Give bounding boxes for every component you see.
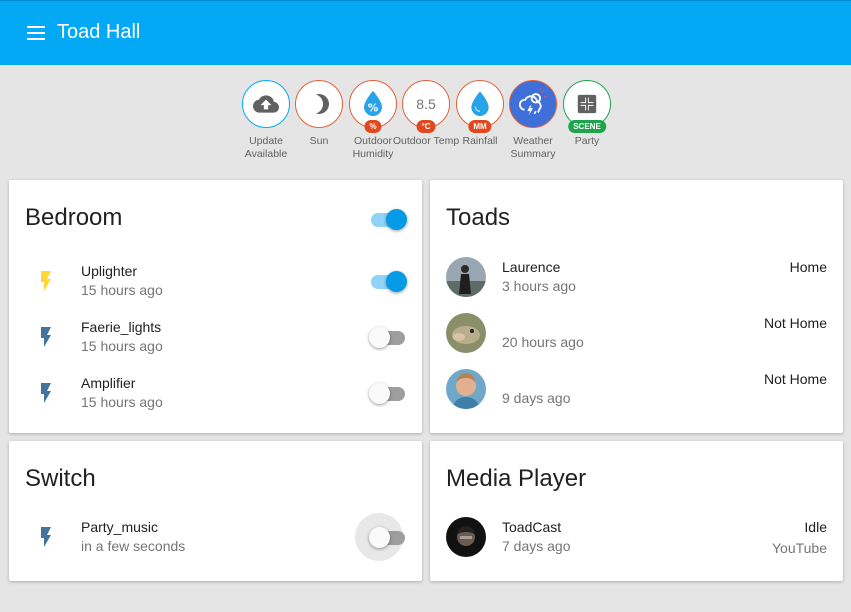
entity-name: Faerie_lights — [81, 319, 162, 335]
person-row-3[interactable]: 9 days ago Not Home — [430, 365, 843, 413]
moon-icon — [316, 93, 329, 114]
badge-weather-summary[interactable]: Weather Summary — [509, 80, 557, 161]
water-percent-icon: % — [364, 90, 382, 116]
entity-last-changed: in a few seconds — [81, 538, 186, 554]
faerie-lights-toggle[interactable] — [369, 326, 407, 348]
avatar — [446, 313, 486, 353]
party-music-toggle[interactable] — [355, 513, 407, 561]
person-last-changed: 3 hours ago — [502, 278, 576, 294]
badge-outdoor-humidity[interactable]: % % Outdoor Humidity — [349, 80, 397, 161]
water-drop-icon — [471, 91, 489, 116]
media-last-changed: 7 days ago — [502, 538, 571, 554]
entity-name: Amplifier — [81, 375, 136, 391]
entity-last-changed: 15 hours ago — [81, 338, 163, 354]
svg-text:%: % — [368, 103, 379, 115]
media-row-toadcast[interactable]: ToadCast 7 days ago Idle YouTube — [430, 513, 843, 561]
page-title: Toad Hall — [57, 21, 141, 43]
card-title: Switch — [25, 465, 96, 492]
media-name: ToadCast — [502, 519, 562, 535]
avatar — [446, 369, 486, 409]
person-last-changed: 9 days ago — [502, 390, 571, 406]
flash-icon — [41, 327, 51, 347]
entity-row-faerie-lights[interactable]: Faerie_lights 15 hours ago — [9, 313, 422, 361]
media-source: YouTube — [771, 540, 827, 556]
uplighter-toggle[interactable] — [369, 270, 407, 292]
person-state: Not Home — [763, 315, 827, 331]
card-bedroom: Bedroom Uplighter 15 hours ago Faerie_li… — [9, 180, 422, 433]
badge-value: 8.5 — [416, 96, 436, 112]
card-title: Bedroom — [25, 204, 123, 231]
entity-name: Uplighter — [81, 263, 138, 279]
card-toads: Toads Laurence 3 hours ago Home 20 hours… — [430, 180, 843, 433]
entity-last-changed: 15 hours ago — [81, 282, 163, 298]
media-state: Idle — [804, 519, 827, 535]
card-title: Toads — [446, 204, 511, 231]
badge-sun[interactable]: Sun — [295, 80, 343, 148]
avatar — [446, 517, 486, 557]
card-media-player: Media Player ToadCast 7 days ago Idle Yo… — [430, 441, 843, 581]
entity-name: Party_music — [81, 519, 159, 535]
badge-unit: SCENE — [568, 120, 606, 133]
entity-row-amplifier[interactable]: Amplifier 15 hours ago — [9, 369, 422, 417]
badge-rainfall[interactable]: MM Rainfall — [456, 80, 504, 148]
badge-unit: % — [364, 120, 382, 133]
weather-lightning-rainy-icon — [518, 88, 547, 116]
badge-unit: °C — [416, 120, 436, 133]
badge-update-available[interactable]: Update Available — [242, 80, 290, 161]
card-switch: Switch Party_music in a few seconds — [9, 441, 422, 581]
badge-party[interactable]: SCENE Party — [563, 80, 611, 148]
scene-icon — [577, 94, 597, 114]
cloud-upload-icon — [253, 95, 279, 113]
badge-label: Party — [574, 135, 600, 147]
entity-row-party-music[interactable]: Party_music in a few seconds — [9, 513, 422, 561]
avatar — [446, 257, 486, 297]
person-state: Not Home — [763, 371, 827, 387]
entity-row-uplighter[interactable]: Uplighter 15 hours ago — [9, 257, 422, 305]
badge-outdoor-temp[interactable]: 8.5 °C Outdoor Temp — [393, 80, 459, 148]
person-last-changed: 20 hours ago — [502, 334, 584, 350]
flash-icon — [41, 383, 51, 403]
person-name: Laurence — [502, 259, 561, 275]
card-title: Media Player — [446, 465, 587, 492]
entity-last-changed: 15 hours ago — [81, 394, 163, 410]
flash-icon — [41, 527, 51, 547]
bedroom-master-toggle[interactable] — [369, 208, 407, 230]
menu-icon[interactable] — [26, 24, 46, 42]
person-row-laurence[interactable]: Laurence 3 hours ago Home — [430, 253, 843, 301]
person-state: Home — [789, 259, 827, 275]
person-row-2[interactable]: 20 hours ago Not Home — [430, 309, 843, 357]
flash-icon — [41, 271, 51, 291]
badge-unit: MM — [468, 120, 492, 133]
badge-bar: Update Available Sun % % Outdoor Humidit… — [0, 80, 851, 170]
amplifier-toggle[interactable] — [369, 382, 407, 404]
app-toolbar: Toad Hall — [0, 0, 851, 65]
